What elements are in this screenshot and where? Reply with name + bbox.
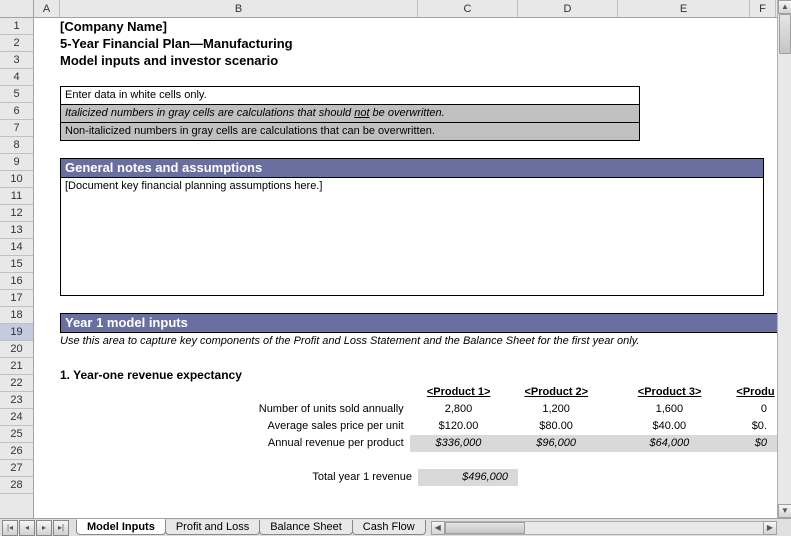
- revenue-subhead[interactable]: 1. Year-one revenue expectancy: [60, 367, 777, 384]
- vertical-scrollbar[interactable]: ▲ ▼: [777, 0, 791, 518]
- col-header-A[interactable]: A: [34, 0, 60, 17]
- product-header[interactable]: <Product 2>: [507, 384, 605, 401]
- row-header[interactable]: 2: [0, 35, 33, 52]
- total-row: Total year 1 revenue $496,000: [60, 469, 777, 486]
- row-header[interactable]: 17: [0, 290, 33, 307]
- tab-prev-button[interactable]: ◂: [19, 520, 35, 536]
- scroll-left-button[interactable]: ◀: [431, 521, 445, 535]
- product-header-row: <Product 1> <Product 2> <Product 3> <Pro…: [60, 384, 777, 401]
- cell-value[interactable]: $120.00: [410, 418, 508, 435]
- row-header[interactable]: 12: [0, 205, 33, 222]
- row-header[interactable]: 21: [0, 358, 33, 375]
- info-line-1[interactable]: Enter data in white cells only.: [60, 86, 640, 105]
- sheet-tabs: Model Inputs Profit and Loss Balance She…: [76, 520, 425, 535]
- spreadsheet-grid: A B C D E F 1 2 3 4 5 6 7 8 9 10 11 12 1…: [0, 0, 777, 518]
- row-header[interactable]: 22: [0, 375, 33, 392]
- row-header[interactable]: 1: [0, 18, 33, 35]
- cell-value[interactable]: $0.: [734, 418, 777, 435]
- tab-next-button[interactable]: ▸: [36, 520, 52, 536]
- info-line-2[interactable]: Italicized numbers in gray cells are cal…: [60, 105, 640, 123]
- cell-area[interactable]: [Company Name] 5-Year Financial Plan—Man…: [34, 18, 777, 518]
- col-header-C[interactable]: C: [418, 0, 518, 17]
- tab-cash-flow[interactable]: Cash Flow: [352, 520, 426, 535]
- row-header[interactable]: 13: [0, 222, 33, 239]
- row-headers: 1 2 3 4 5 6 7 8 9 10 11 12 13 14 15 16 1…: [0, 18, 34, 518]
- column-headers: A B C D E F: [34, 0, 777, 18]
- product-header[interactable]: <Product 3>: [605, 384, 734, 401]
- scroll-down-button[interactable]: ▼: [778, 504, 791, 518]
- cell-value[interactable]: 1,200: [507, 401, 605, 418]
- row-header[interactable]: 8: [0, 137, 33, 154]
- row-header[interactable]: 9: [0, 154, 33, 171]
- row-header[interactable]: 11: [0, 188, 33, 205]
- tab-nav-buttons: |◂ ◂ ▸ ▸|: [0, 520, 72, 536]
- cell-value-calc[interactable]: $64,000: [605, 435, 734, 452]
- plan-subtitle[interactable]: Model inputs and investor scenario: [60, 52, 777, 69]
- product-header[interactable]: <Product 1>: [410, 384, 508, 401]
- row-header[interactable]: 14: [0, 239, 33, 256]
- col-header-B[interactable]: B: [60, 0, 418, 17]
- cell-value-calc[interactable]: $336,000: [410, 435, 508, 452]
- row-header[interactable]: 19: [0, 324, 33, 341]
- scroll-thumb[interactable]: [445, 522, 525, 534]
- row-header[interactable]: 25: [0, 426, 33, 443]
- sheet-tab-bar: |◂ ◂ ▸ ▸| Model Inputs Profit and Loss B…: [0, 518, 791, 536]
- row-header[interactable]: 6: [0, 103, 33, 120]
- col-header-F[interactable]: F: [750, 0, 776, 17]
- cell-value[interactable]: 2,800: [410, 401, 508, 418]
- row-header[interactable]: 7: [0, 120, 33, 137]
- row-label[interactable]: Number of units sold annually: [60, 401, 410, 418]
- row-header[interactable]: 20: [0, 341, 33, 358]
- row-label[interactable]: Average sales price per unit: [60, 418, 410, 435]
- total-value[interactable]: $496,000: [418, 469, 518, 486]
- scroll-right-button[interactable]: ▶: [763, 521, 777, 535]
- scroll-up-button[interactable]: ▲: [778, 0, 791, 14]
- row-header[interactable]: 23: [0, 392, 33, 409]
- row-header[interactable]: 10: [0, 171, 33, 188]
- row-header[interactable]: 5: [0, 86, 33, 103]
- row-header[interactable]: 24: [0, 409, 33, 426]
- notes-section-header[interactable]: General notes and assumptions: [60, 158, 764, 178]
- row-header[interactable]: 4: [0, 69, 33, 86]
- info-line-3[interactable]: Non-italicized numbers in gray cells are…: [60, 123, 640, 141]
- year1-note[interactable]: Use this area to capture key components …: [60, 333, 777, 350]
- cell-value-calc[interactable]: $0: [734, 435, 777, 452]
- plan-title[interactable]: 5-Year Financial Plan—Manufacturing: [60, 35, 777, 52]
- tab-first-button[interactable]: |◂: [2, 520, 18, 536]
- annual-revenue-row: Annual revenue per product $336,000 $96,…: [60, 435, 777, 452]
- tab-last-button[interactable]: ▸|: [53, 520, 69, 536]
- cell-value[interactable]: $80.00: [507, 418, 605, 435]
- cell-value[interactable]: 0: [734, 401, 777, 418]
- company-name[interactable]: [Company Name]: [60, 18, 777, 35]
- row-header[interactable]: 3: [0, 52, 33, 69]
- row-label[interactable]: Annual revenue per product: [60, 435, 410, 452]
- horizontal-scrollbar[interactable]: ◀ ▶: [431, 521, 777, 535]
- tab-profit-loss[interactable]: Profit and Loss: [165, 520, 260, 535]
- tab-model-inputs[interactable]: Model Inputs: [76, 519, 166, 535]
- row-header[interactable]: 15: [0, 256, 33, 273]
- cell-value[interactable]: 1,600: [605, 401, 734, 418]
- col-header-D[interactable]: D: [518, 0, 618, 17]
- product-header[interactable]: <Produ: [734, 384, 777, 401]
- row-header[interactable]: 16: [0, 273, 33, 290]
- total-label[interactable]: Total year 1 revenue: [60, 469, 418, 486]
- row-header[interactable]: 28: [0, 477, 33, 494]
- scroll-track[interactable]: [445, 521, 763, 535]
- price-row: Average sales price per unit $120.00 $80…: [60, 418, 777, 435]
- row-header[interactable]: 18: [0, 307, 33, 324]
- cell-value-calc[interactable]: $96,000: [507, 435, 605, 452]
- col-header-E[interactable]: E: [618, 0, 750, 17]
- units-row: Number of units sold annually 2,800 1,20…: [60, 401, 777, 418]
- row-header[interactable]: 27: [0, 460, 33, 477]
- year1-section-header[interactable]: Year 1 model inputs: [60, 313, 777, 333]
- row-header[interactable]: 26: [0, 443, 33, 460]
- cell-value[interactable]: $40.00: [605, 418, 734, 435]
- scroll-thumb[interactable]: [779, 14, 791, 54]
- tab-balance-sheet[interactable]: Balance Sheet: [259, 520, 353, 535]
- select-all-corner[interactable]: [0, 0, 34, 18]
- notes-body[interactable]: [Document key financial planning assumpt…: [60, 178, 764, 296]
